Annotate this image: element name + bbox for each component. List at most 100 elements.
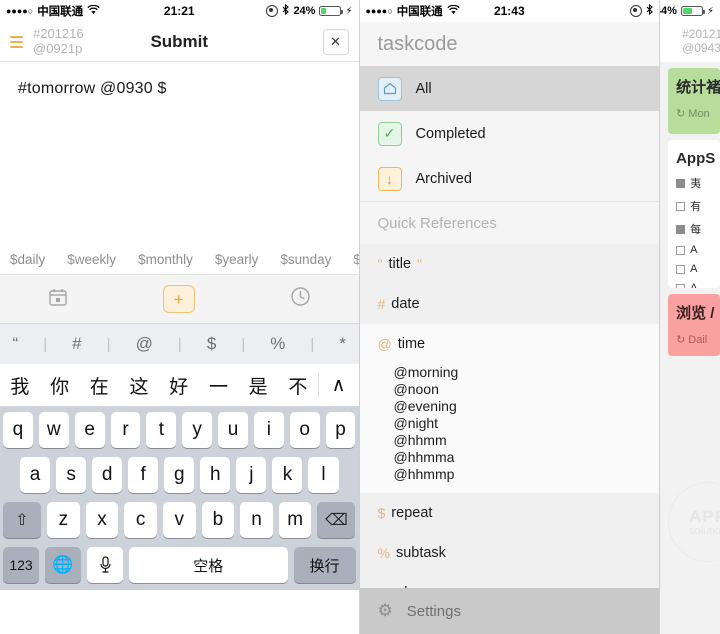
space-key[interactable]: 空格 [129,547,288,583]
subtask-item[interactable]: A [676,282,712,288]
symbol-key-hash[interactable]: # [72,334,81,354]
checkbox-icon[interactable] [676,224,686,234]
key-t[interactable]: t [146,412,177,448]
key-i[interactable]: i [253,412,284,448]
suggestion-chip[interactable]: $sunday [280,252,331,267]
suggestion-chip[interactable]: $daily [10,252,45,267]
menu-icon[interactable] [10,35,23,48]
task-card-green[interactable]: 统计褚 ↻ Mon [668,68,720,134]
wifi-icon [87,4,100,18]
sidebar-item-all[interactable]: All [359,66,660,111]
numeric-key[interactable]: 123 [3,547,39,583]
symbol-key-dollar[interactable]: $ [207,334,216,354]
reference-item-title[interactable]: " title " [360,244,660,284]
candidate-item[interactable]: 你 [40,372,80,399]
key-l[interactable]: l [308,457,339,493]
reference-item-repeat[interactable]: $ repeat [360,493,660,533]
reference-label: subtask [395,545,446,561]
suggestion-chip[interactable]: $ [353,252,358,267]
key-b[interactable]: b [201,502,235,538]
sidebar-item-settings[interactable]: ⚙ Settings [359,588,660,634]
key-m[interactable]: m [278,502,312,538]
candidate-item[interactable]: 我 [0,372,40,399]
candidate-item[interactable]: 在 [79,372,119,399]
task-input-text[interactable]: #tomorrow @0930 $ [18,80,341,98]
key-c[interactable]: c [124,502,157,538]
task-card-white[interactable]: AppS 夷 有 每 A A A [668,140,720,288]
reference-item-date[interactable]: # date [360,284,660,324]
checkbox-icon[interactable] [676,178,686,188]
key-z[interactable]: z [47,502,80,538]
calendar-icon[interactable] [48,287,68,312]
time-value[interactable]: @evening [394,398,660,415]
reference-item-subtask[interactable]: % subtask [360,533,660,573]
sidebar-item-completed[interactable]: ✓ Completed [360,111,660,156]
time-value[interactable]: @night [394,415,660,432]
checkbox-icon[interactable] [676,201,686,211]
candidate-item[interactable]: 不 [278,372,318,399]
subtask-item[interactable]: 有 [676,198,712,214]
symbol-divider: | [310,335,315,353]
key-p[interactable]: p [325,412,356,448]
symbol-key-star[interactable]: * [339,334,346,354]
time-value[interactable]: @noon [394,381,660,398]
task-card-repeat-label: Mon [688,107,710,120]
key-y[interactable]: y [182,412,213,448]
suggestion-chip[interactable]: $monthly [138,252,193,267]
key-r[interactable]: r [110,412,141,448]
reference-item-time[interactable]: @ time [360,324,660,364]
key-s[interactable]: s [56,457,87,493]
checkbox-icon[interactable] [676,245,686,255]
return-key[interactable]: 换行 [293,547,356,583]
symbol-key-at[interactable]: @ [136,334,153,354]
key-q[interactable]: q [3,412,33,448]
mic-icon[interactable] [87,547,123,583]
subtask-item[interactable]: A [676,263,712,275]
chevron-up-icon[interactable]: ∧ [317,373,359,397]
watermark-logo: APP solution [668,482,720,562]
candidate-item[interactable]: 是 [238,372,278,399]
subtask-item[interactable]: 夷 [676,175,712,191]
time-value[interactable]: @hhmm [394,432,660,449]
symbol-key-quote[interactable]: “ [13,334,19,354]
candidate-item[interactable]: 这 [119,372,159,399]
candidate-item[interactable]: 好 [159,372,199,399]
key-f[interactable]: f [128,457,159,493]
key-v[interactable]: v [162,502,196,538]
key-u[interactable]: u [218,412,248,448]
shift-key[interactable]: ⇧ [3,502,41,538]
candidate-item[interactable]: 一 [199,372,239,399]
backspace-key[interactable]: ⌫ [317,502,356,538]
suggestion-chip[interactable]: $weekly [67,252,116,267]
suggestion-chip[interactable]: $yearly [215,252,259,267]
subtask-item[interactable]: 每 [676,221,712,237]
key-w[interactable]: w [38,412,69,448]
key-e[interactable]: e [74,412,105,448]
key-h[interactable]: h [200,457,231,493]
checkbox-icon[interactable] [676,264,686,274]
subtask-item[interactable]: A [676,244,712,256]
task-card-pink[interactable]: 浏览 / ↻ Dail [668,294,720,356]
checkbox-icon[interactable] [676,283,686,288]
key-k[interactable]: k [272,457,303,493]
symbol-key-percent[interactable]: % [270,334,285,354]
clock-icon[interactable] [290,286,311,312]
add-button[interactable]: + [162,285,195,313]
keyboard-row-2: a s d f g h j k l [3,457,356,493]
key-d[interactable]: d [92,457,123,493]
suggestion-bar[interactable]: $daily $weekly $monthly $yearly $sunday … [0,244,359,274]
key-g[interactable]: g [164,457,195,493]
key-o[interactable]: o [289,412,320,448]
key-x[interactable]: x [85,502,119,538]
globe-icon[interactable]: 🌐 [45,547,81,583]
task-card-title: 统计褚 [676,79,720,96]
key-j[interactable]: j [236,457,267,493]
time-value[interactable]: @hhmmp [394,466,660,483]
sidebar-item-archived[interactable]: ↓ Archived [360,156,660,201]
key-n[interactable]: n [240,502,273,538]
time-value[interactable]: @morning [394,364,660,381]
key-a[interactable]: a [19,457,51,493]
close-icon[interactable]: ✕ [322,28,349,55]
time-value[interactable]: @hhmma [394,449,660,466]
task-editor[interactable]: #tomorrow @0930 $ [0,62,359,244]
